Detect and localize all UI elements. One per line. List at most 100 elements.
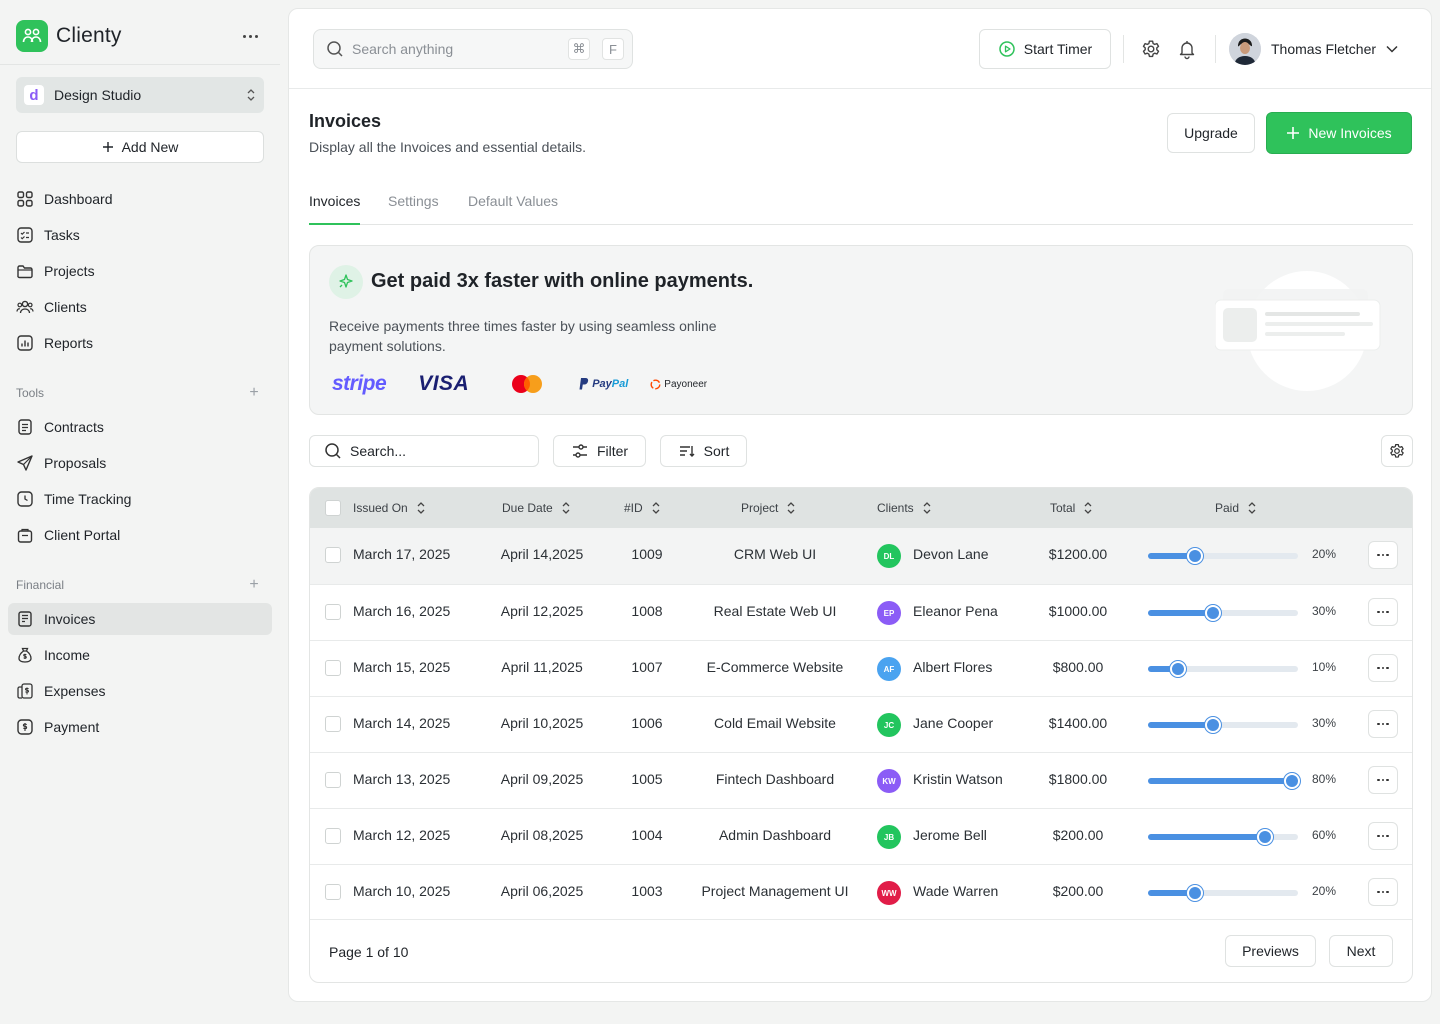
add-tool-plus-icon[interactable]: + (246, 385, 262, 401)
more-options-icon[interactable] (238, 28, 262, 44)
row-more-options-icon[interactable] (1368, 766, 1398, 794)
row-more-options-icon[interactable] (1368, 710, 1398, 738)
column-paid[interactable]: Paid (1215, 488, 1257, 528)
add-financial-plus-icon[interactable]: + (246, 577, 262, 593)
sort-chevrons-icon (417, 502, 425, 514)
nav-item-payment[interactable]: Payment (8, 711, 272, 743)
nav-item-dashboard[interactable]: Dashboard (8, 183, 272, 215)
nav-item-expenses[interactable]: Expenses (8, 675, 272, 707)
invoice-id: 1004 (631, 827, 663, 843)
row-more-options-icon[interactable] (1368, 541, 1398, 569)
table-row[interactable]: March 15, 2025 April 11,2025 1007 E-Commerc… (310, 640, 1412, 696)
slider-handle[interactable] (1187, 885, 1203, 901)
invoices-table: Issued On Due Date #ID Project Clients T… (309, 487, 1413, 983)
user-name: Thomas Fletcher (1271, 41, 1377, 57)
client-name: Eleanor Pena (913, 603, 998, 619)
table-row[interactable]: March 14, 2025 April 10,2025 1006 Cold Emai… (310, 696, 1412, 752)
row-checkbox[interactable] (325, 660, 341, 676)
filter-button[interactable]: Filter (553, 435, 646, 467)
table-row[interactable]: March 13, 2025 April 09,2025 1005 Fintech D… (310, 752, 1412, 808)
nav-item-proposals[interactable]: Proposals (8, 447, 272, 479)
table-search-input[interactable]: Search... (309, 435, 539, 467)
paid-progress-slider[interactable] (1148, 605, 1298, 621)
previous-page-button[interactable]: Previews (1225, 935, 1316, 967)
paid-progress-slider[interactable] (1148, 773, 1300, 789)
column-issued-on[interactable]: Issued On (353, 488, 426, 528)
nav-item-income[interactable]: Income (8, 639, 272, 671)
row-checkbox[interactable] (325, 604, 341, 620)
row-checkbox[interactable] (325, 772, 341, 788)
table-row[interactable]: March 10, 2025 April 06,2025 1003 Project M… (310, 864, 1412, 920)
payoneer-ring-icon (650, 378, 661, 390)
visa-logo: VISA (418, 372, 470, 395)
paypal-logo: PayPal (579, 378, 628, 390)
main-panel: Search anything ⌘ F Start Timer Thomas F… (288, 8, 1432, 1002)
clock-icon (17, 491, 33, 507)
nav-item-projects[interactable]: Projects (8, 255, 272, 287)
nav-item-invoices[interactable]: Invoices (8, 603, 272, 635)
slider-handle[interactable] (1205, 605, 1221, 621)
next-page-button[interactable]: Next (1329, 935, 1393, 967)
paid-progress-slider[interactable] (1148, 661, 1298, 677)
nav-item-label: Expenses (44, 683, 106, 699)
workspace-switcher[interactable]: d Design Studio (16, 77, 264, 113)
table-row[interactable]: March 16, 2025 April 12,2025 1008 Real Esta… (310, 584, 1412, 640)
paid-progress-slider[interactable] (1148, 829, 1298, 845)
payment-icon (17, 719, 33, 735)
slider-handle[interactable] (1284, 773, 1300, 789)
row-checkbox[interactable] (325, 828, 341, 844)
row-more-options-icon[interactable] (1368, 878, 1398, 906)
sort-button[interactable]: Sort (660, 435, 747, 467)
tab-default-values[interactable]: Default Values (468, 193, 558, 225)
nav-item-tasks[interactable]: Tasks (8, 219, 272, 251)
table-settings-gear-icon[interactable] (1381, 435, 1413, 467)
slider-handle[interactable] (1187, 548, 1203, 564)
nav-item-clients[interactable]: Clients (8, 291, 272, 323)
tab-bar: Invoices Settings Default Values (309, 185, 1413, 225)
column-id[interactable]: #ID (624, 488, 661, 528)
table-row[interactable]: March 17, 2025 April 14,2025 1009 CRM Web U… (310, 528, 1412, 584)
user-menu[interactable]: Thomas Fletcher (1229, 31, 1398, 67)
slider-handle[interactable] (1170, 661, 1186, 677)
paid-progress-slider[interactable] (1148, 717, 1298, 733)
slider-handle[interactable] (1257, 829, 1273, 845)
nav-item-contracts[interactable]: Contracts (8, 411, 272, 443)
notification-bell-icon[interactable] (1175, 37, 1199, 61)
nav-item-time-tracking[interactable]: Time Tracking (8, 483, 272, 515)
issued-on: March 14, 2025 (353, 715, 451, 731)
row-checkbox[interactable] (325, 547, 341, 563)
settings-gear-icon[interactable] (1139, 37, 1163, 61)
slider-handle[interactable] (1205, 717, 1221, 733)
column-clients[interactable]: Clients (877, 488, 932, 528)
row-more-options-icon[interactable] (1368, 654, 1398, 682)
column-total[interactable]: Total (1050, 488, 1093, 528)
new-invoices-button[interactable]: New Invoices (1266, 112, 1412, 154)
paid-progress-slider[interactable] (1148, 885, 1298, 901)
total-amount: $1400.00 (1048, 715, 1108, 731)
column-due-date[interactable]: Due Date (502, 488, 571, 528)
invoice-icon (18, 611, 32, 627)
promo-banner: Get paid 3x faster with online payments.… (309, 245, 1413, 415)
select-all-checkbox[interactable] (325, 500, 341, 516)
row-checkbox[interactable] (325, 716, 341, 732)
row-checkbox[interactable] (325, 884, 341, 900)
tab-settings[interactable]: Settings (388, 193, 439, 225)
brand[interactable]: Clienty (16, 20, 122, 52)
global-search[interactable]: Search anything ⌘ F (313, 29, 633, 69)
chart-icon (17, 335, 33, 351)
table-row[interactable]: March 12, 2025 April 08,2025 1004 Admin Das… (310, 808, 1412, 864)
start-timer-button[interactable]: Start Timer (979, 29, 1111, 69)
tab-invoices[interactable]: Invoices (309, 193, 361, 225)
column-project[interactable]: Project (741, 488, 796, 528)
paid-percent: 20% (1311, 884, 1336, 898)
invoice-id: 1008 (631, 603, 663, 619)
row-more-options-icon[interactable] (1368, 822, 1398, 850)
nav-item-reports[interactable]: Reports (8, 327, 272, 359)
row-more-options-icon[interactable] (1368, 598, 1398, 626)
add-new-button[interactable]: Add New (16, 131, 264, 163)
nav-item-client-portal[interactable]: Client Portal (8, 519, 272, 551)
paid-progress-slider[interactable] (1148, 548, 1298, 564)
upgrade-button[interactable]: Upgrade (1167, 113, 1255, 153)
project-name: Real Estate Web UI (713, 603, 837, 619)
total-amount: $1800.00 (1048, 771, 1108, 787)
